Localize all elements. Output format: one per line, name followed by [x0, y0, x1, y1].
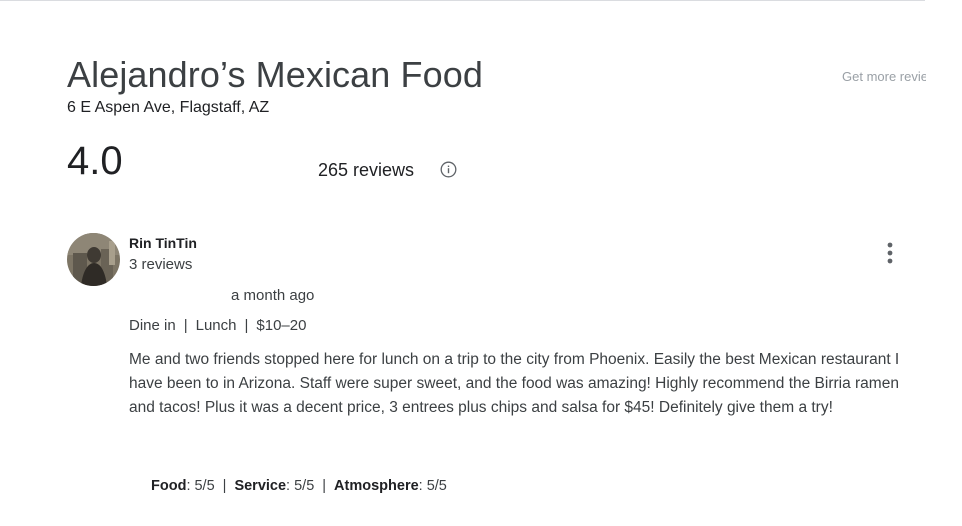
- review-author[interactable]: Rin TinTin: [129, 235, 197, 251]
- separator: |: [183, 317, 188, 334]
- food-label: Food: [151, 478, 187, 494]
- review-count[interactable]: 265 reviews: [318, 160, 414, 181]
- service-rating: : 5/5: [286, 478, 315, 494]
- review-meta: Dine in | Lunch | $10–20: [129, 317, 306, 334]
- service-label: Service: [234, 478, 287, 494]
- separator: |: [322, 478, 327, 494]
- separator: |: [222, 478, 227, 494]
- avatar[interactable]: [67, 233, 120, 286]
- atmosphere-rating: : 5/5: [418, 478, 447, 494]
- atmosphere-label: Atmosphere: [334, 478, 419, 494]
- more-vert-icon[interactable]: [880, 240, 900, 268]
- price-range: $10–20: [256, 317, 307, 334]
- review-date: a month ago: [231, 287, 315, 304]
- place-title: Alejandro’s Mexican Food: [67, 54, 483, 95]
- info-icon[interactable]: [440, 161, 457, 178]
- top-divider: [0, 0, 925, 1]
- review-text: Me and two friends stopped here for lunc…: [129, 351, 900, 417]
- meal-type: Lunch: [195, 317, 237, 334]
- get-more-reviews-link[interactable]: Get more reviews: [842, 69, 926, 84]
- separator: |: [244, 317, 249, 334]
- service-type: Dine in: [129, 317, 176, 334]
- overall-rating: 4.0: [67, 139, 123, 183]
- sub-ratings: Food: 5/5 | Service: 5/5 | Atmosphere: 5/5: [151, 478, 447, 494]
- author-review-count[interactable]: 3 reviews: [129, 256, 192, 273]
- place-address: 6 E Aspen Ave, Flagstaff, AZ: [67, 99, 270, 116]
- food-rating: : 5/5: [186, 478, 215, 494]
